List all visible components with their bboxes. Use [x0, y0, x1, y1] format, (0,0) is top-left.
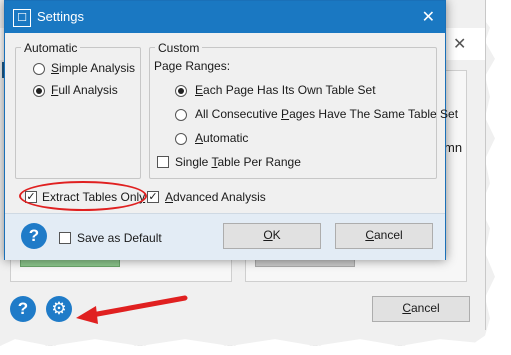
dialog-button-bar: ? Save as Default OK Cancel — [5, 213, 445, 260]
consecutive-pages-radio[interactable] — [175, 109, 187, 121]
page-ranges-label: Page Ranges: — [154, 59, 231, 73]
each-page-label: Each Page Has Its Own Table Set — [195, 83, 376, 97]
dialog-titlebar: ☐ Settings ✕ — [5, 1, 445, 33]
annotation-arrow — [76, 295, 188, 324]
full-analysis-label: Full Analysis — [51, 83, 118, 97]
save-default-checkbox[interactable] — [59, 232, 71, 244]
annotation-highlight-ellipse — [19, 181, 147, 211]
dialog-title: Settings — [37, 9, 84, 24]
save-default-label: Save as Default — [77, 231, 162, 245]
automatic-group-label: Automatic — [21, 41, 81, 55]
main-window-close-icon[interactable]: ✕ — [453, 37, 467, 53]
advanced-analysis-label: Advanced Analysis — [165, 190, 266, 204]
consecutive-pages-label: All Consecutive Pages Have The Same Tabl… — [195, 107, 459, 121]
gear-icon[interactable]: ⚙ — [46, 296, 72, 322]
help-icon[interactable]: ? — [10, 296, 36, 322]
each-page-radio[interactable] — [175, 85, 187, 97]
main-cancel-button[interactable]: Cancel — [372, 296, 470, 322]
settings-app-icon: ☐ — [13, 9, 31, 27]
dialog-close-icon[interactable]: ✕ — [422, 7, 435, 27]
ok-button[interactable]: OK — [223, 223, 321, 249]
single-table-label: Single Table Per Range — [175, 155, 301, 169]
dialog-help-icon[interactable]: ? — [21, 223, 47, 249]
main-panel-truncated-text: mn — [444, 140, 463, 155]
simple-analysis-radio[interactable] — [33, 63, 45, 75]
full-analysis-radio[interactable] — [33, 85, 45, 97]
automatic-range-radio[interactable] — [175, 133, 187, 145]
dialog-cancel-button[interactable]: Cancel — [335, 223, 433, 249]
single-table-checkbox[interactable] — [157, 156, 169, 168]
simple-analysis-label: Simple Analysis — [51, 61, 136, 75]
advanced-analysis-checkbox[interactable]: ✓ — [147, 191, 159, 203]
custom-group-label: Custom — [155, 41, 203, 55]
settings-dialog: ☐ Settings ✕ Automatic Simple Analysis F… — [4, 0, 458, 260]
automatic-range-label: Automatic — [195, 131, 249, 145]
